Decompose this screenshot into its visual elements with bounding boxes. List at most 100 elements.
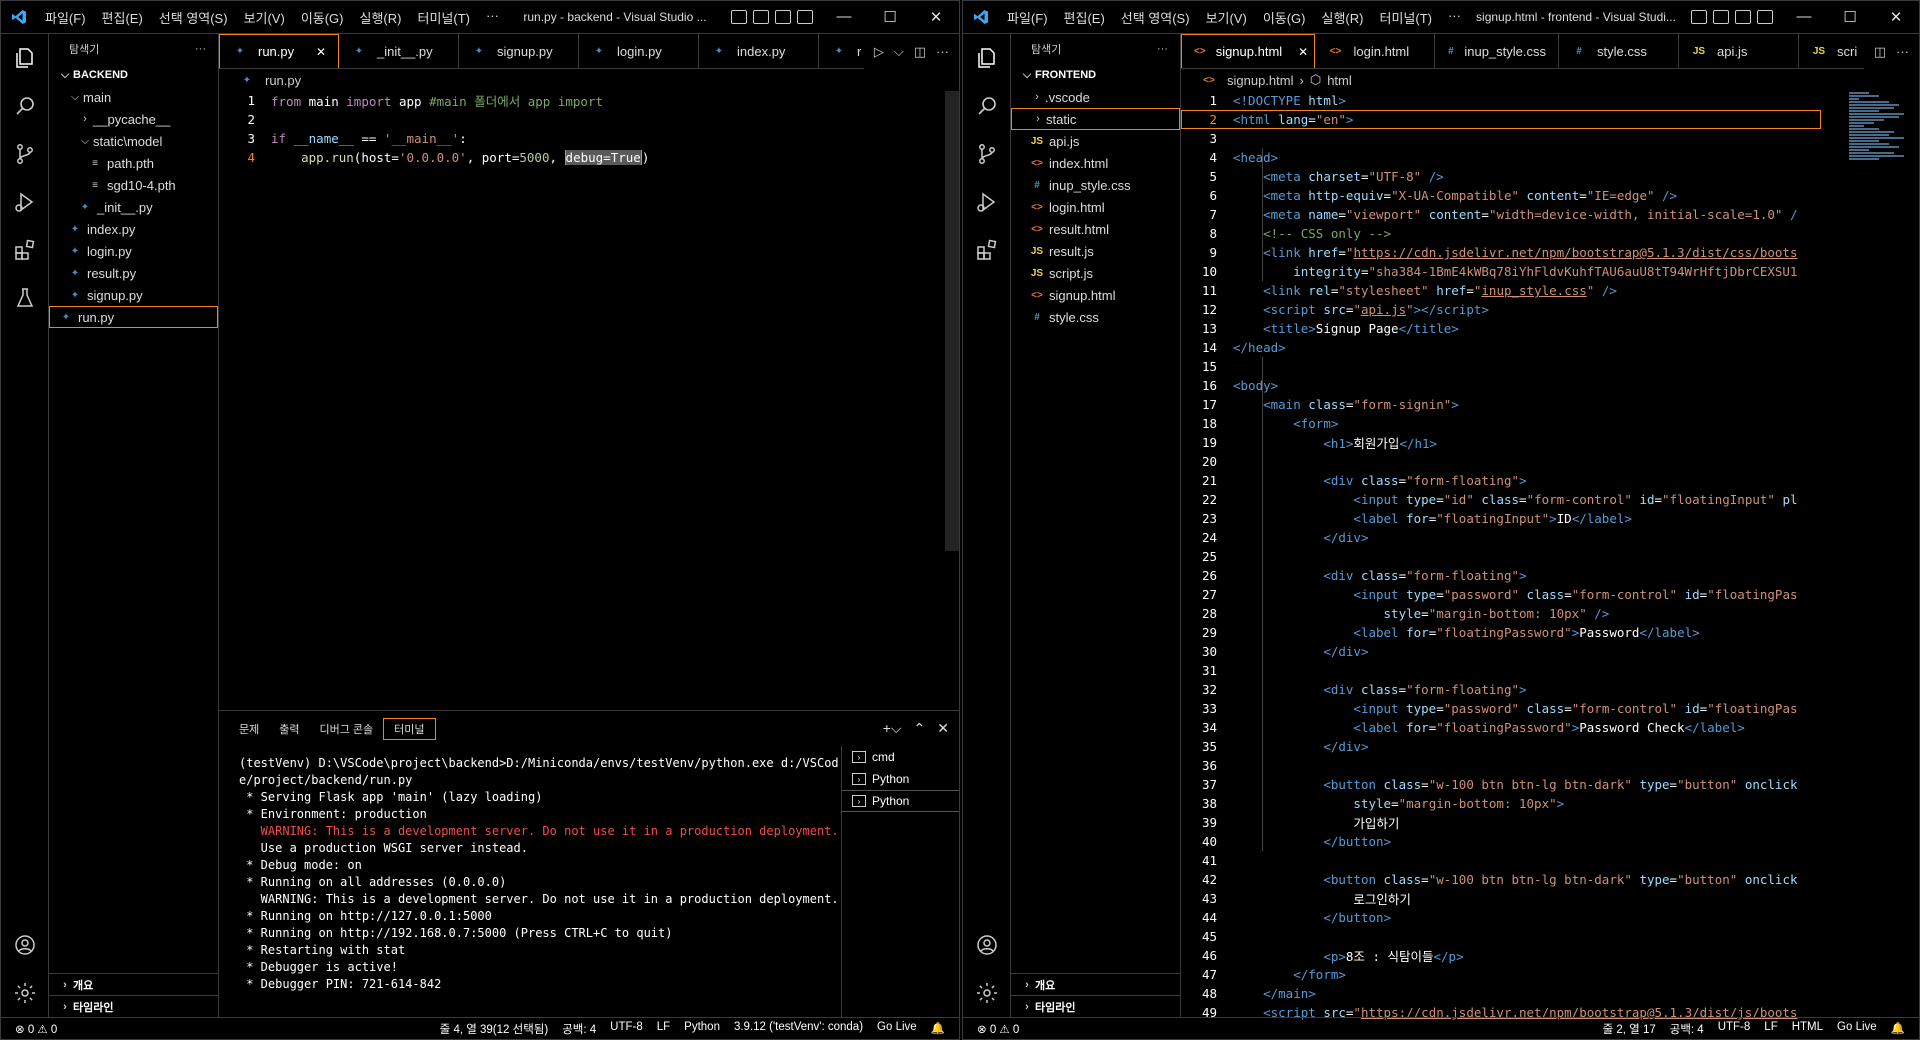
- run-file-icon[interactable]: ▷: [874, 44, 884, 60]
- tree-item[interactable]: ✦ signup.py: [49, 284, 218, 306]
- menu-go[interactable]: 이동(G): [1255, 8, 1314, 27]
- menu-view[interactable]: 보기(V): [236, 8, 293, 27]
- editor-tab[interactable]: <> login.html: [1315, 34, 1436, 68]
- terminal-instance[interactable]: › Python: [842, 790, 959, 812]
- breadcrumb-node[interactable]: html: [1327, 73, 1352, 88]
- status-item[interactable]: LF: [657, 1021, 670, 1037]
- editor-tab[interactable]: <> signup.html ✕: [1181, 34, 1316, 68]
- editor-tab[interactable]: ✦ run.py ✕: [219, 34, 339, 68]
- tab-terminal[interactable]: 터미널: [383, 717, 436, 740]
- editor-scrollbar[interactable]: [945, 91, 959, 551]
- menu-edit[interactable]: 편집(E): [94, 8, 151, 27]
- toggle-secondary-sidebar-icon[interactable]: [775, 10, 791, 24]
- tree-item[interactable]: <> login.html: [1011, 196, 1180, 218]
- menu-go[interactable]: 이동(G): [293, 8, 352, 27]
- notifications-bell-icon[interactable]: 🔔: [1891, 1021, 1905, 1037]
- terminal-instance[interactable]: › Python: [842, 768, 959, 790]
- tab-output[interactable]: 출력: [269, 718, 309, 740]
- toggle-panel-icon[interactable]: [1713, 10, 1729, 24]
- status-item[interactable]: 공백: 4: [562, 1021, 596, 1037]
- minimap[interactable]: [1849, 91, 1909, 211]
- menu-run[interactable]: 실행(R): [352, 8, 410, 27]
- menu-terminal[interactable]: 터미널(T): [409, 8, 477, 27]
- source-control-icon[interactable]: [963, 130, 1011, 178]
- close-button[interactable]: ✕: [913, 8, 959, 26]
- maximize-button[interactable]: ☐: [867, 8, 913, 26]
- extensions-icon[interactable]: [1, 226, 49, 274]
- tree-item[interactable]: <> index.html: [1011, 152, 1180, 174]
- code-editor[interactable]: 1 from main import app #main 폴더에서 app imp…: [219, 91, 959, 167]
- menu-more[interactable]: ···: [478, 8, 507, 27]
- source-control-icon[interactable]: [1, 130, 49, 178]
- run-debug-icon[interactable]: [963, 178, 1011, 226]
- extensions-icon[interactable]: [963, 226, 1011, 274]
- tab-problems[interactable]: 문제: [229, 718, 269, 740]
- tree-item[interactable]: ✦ login.py: [49, 240, 218, 262]
- toggle-secondary-sidebar-icon[interactable]: [1735, 10, 1751, 24]
- tree-item[interactable]: JS script.js: [1011, 262, 1180, 284]
- tree-item[interactable]: › .vscode: [1011, 86, 1180, 108]
- new-terminal-icon[interactable]: +⌵: [883, 720, 902, 737]
- settings-gear-icon[interactable]: [963, 969, 1011, 1017]
- status-item[interactable]: HTML: [1792, 1021, 1823, 1037]
- customize-layout-icon[interactable]: [797, 10, 813, 24]
- status-item[interactable]: Go Live: [877, 1021, 917, 1037]
- status-item[interactable]: UTF-8: [1718, 1021, 1751, 1037]
- menu-terminal[interactable]: 터미널(T): [1371, 8, 1439, 27]
- menu-selection[interactable]: 선택 영역(S): [151, 8, 236, 27]
- split-editor-icon[interactable]: ◫: [914, 44, 926, 60]
- close-panel-icon[interactable]: ✕: [937, 720, 949, 737]
- timeline-section[interactable]: › 타임라인: [1011, 995, 1180, 1017]
- menu-file[interactable]: 파일(F): [999, 8, 1056, 27]
- close-tab-icon[interactable]: ✕: [306, 45, 326, 59]
- menu-edit[interactable]: 편집(E): [1056, 8, 1113, 27]
- tree-item[interactable]: JS api.js: [1011, 130, 1180, 152]
- menu-selection[interactable]: 선택 영역(S): [1113, 8, 1198, 27]
- status-item[interactable]: LF: [1764, 1021, 1777, 1037]
- tree-item[interactable]: ✦ index.py: [49, 218, 218, 240]
- toggle-panel-icon[interactable]: [753, 10, 769, 24]
- run-debug-icon[interactable]: [1, 178, 49, 226]
- search-icon[interactable]: [1, 82, 49, 130]
- close-tab-icon[interactable]: ✕: [1288, 45, 1308, 59]
- explorer-icon[interactable]: [1, 34, 49, 82]
- breadcrumb-file[interactable]: signup.html: [1227, 73, 1293, 88]
- tree-item[interactable]: <> result.html: [1011, 218, 1180, 240]
- toggle-sidebar-icon[interactable]: [1691, 10, 1707, 24]
- account-icon[interactable]: [1, 921, 49, 969]
- explorer-icon[interactable]: [963, 34, 1011, 82]
- toggle-sidebar-icon[interactable]: [731, 10, 747, 24]
- editor-tab[interactable]: # style.css: [1559, 34, 1679, 68]
- menu-view[interactable]: 보기(V): [1198, 8, 1255, 27]
- split-editor-icon[interactable]: ◫: [1874, 44, 1886, 60]
- status-item[interactable]: UTF-8: [610, 1021, 643, 1037]
- editor-tab[interactable]: ✦ _init__.py: [339, 34, 459, 68]
- tree-item[interactable]: ⌵ main: [49, 86, 218, 108]
- testing-icon[interactable]: [1, 274, 49, 322]
- editor-tab[interactable]: # inup_style.css: [1435, 34, 1559, 68]
- minimize-button[interactable]: —: [821, 8, 867, 26]
- status-item[interactable]: Go Live: [1837, 1021, 1877, 1037]
- tree-item[interactable]: ≡ sgd10-4.pth: [49, 174, 218, 196]
- timeline-section[interactable]: › 타임라인: [49, 995, 218, 1017]
- status-item[interactable]: 공백: 4: [1670, 1021, 1704, 1037]
- editor-tab[interactable]: ✦ login.py: [579, 34, 699, 68]
- status-item[interactable]: Python: [684, 1021, 720, 1037]
- search-icon[interactable]: [963, 82, 1011, 130]
- editor-tab[interactable]: ✦ signup.py: [459, 34, 579, 68]
- status-item[interactable]: 줄 2, 열 17: [1603, 1021, 1656, 1037]
- outline-section[interactable]: › 개요: [1011, 973, 1180, 995]
- settings-gear-icon[interactable]: [1, 969, 49, 1017]
- chevron-down-icon[interactable]: ⌵: [894, 44, 904, 60]
- outline-section[interactable]: › 개요: [49, 973, 218, 995]
- terminal-instance[interactable]: › cmd: [842, 746, 959, 768]
- tree-item[interactable]: # inup_style.css: [1011, 174, 1180, 196]
- tab-debug-console[interactable]: 디버그 콘솔: [310, 718, 384, 740]
- workspace-section[interactable]: ⌵ FRONTEND: [1011, 64, 1180, 86]
- more-actions-icon[interactable]: ···: [936, 44, 949, 59]
- maximize-button[interactable]: ☐: [1827, 8, 1873, 26]
- tree-item[interactable]: › __pycache__: [49, 108, 218, 130]
- minimize-button[interactable]: —: [1781, 8, 1827, 26]
- menu-file[interactable]: 파일(F): [37, 8, 94, 27]
- editor-tab[interactable]: ✦ index.py: [699, 34, 819, 68]
